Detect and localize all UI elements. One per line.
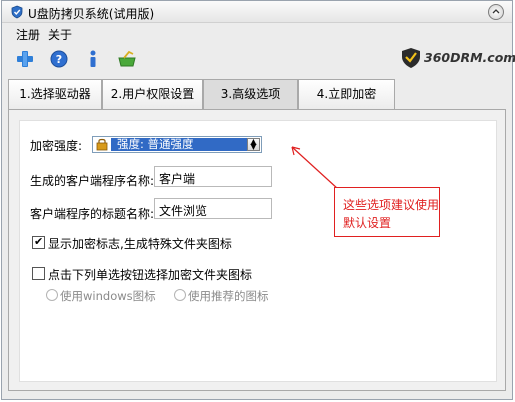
radio-recommended-label: 使用推荐的图标 — [188, 289, 269, 303]
tab-encrypt-now[interactable]: 4.立即加密 — [298, 79, 395, 109]
radio-recommended-icon[interactable] — [174, 289, 186, 301]
callout-arrow — [291, 146, 339, 190]
window-title: U盘防拷贝系统(试用版) — [28, 7, 155, 21]
tab-strip: 1.选择驱动器 2.用户权限设置 3.高级选项 4.立即加密 — [8, 79, 398, 109]
app-window: U盘防拷贝系统(试用版) 注册 关于 ? 360DRM.com 1.选择驱动器 … — [1, 0, 515, 400]
dropdown-arrows-icon[interactable]: ▲ ▼ — [247, 138, 260, 151]
callout-text-line1: 这些选项建议使用 — [343, 198, 440, 212]
buy-icon[interactable] — [116, 48, 138, 70]
strength-selected-value: 强度: 普通强度 — [111, 138, 247, 151]
lock-icon — [96, 138, 108, 151]
svg-text:?: ? — [56, 53, 62, 66]
client-title-input[interactable]: 文件浏览 — [154, 198, 272, 219]
client-name-label: 生成的客户端程序名称: — [30, 174, 155, 188]
tab-select-drive[interactable]: 1.选择驱动器 — [8, 79, 102, 109]
pick-icon-checkbox[interactable] — [32, 267, 45, 280]
show-mark-label: 显示加密标志,生成特殊文件夹图标 — [48, 237, 232, 251]
menu-bar: 注册 关于 — [2, 24, 512, 42]
menu-register[interactable]: 注册 — [16, 26, 40, 43]
client-title-label: 客户端程序的标题名称: — [30, 207, 155, 221]
info-icon[interactable] — [82, 48, 104, 70]
options-group: 加密强度: 强度: 普通强度 ▲ ▼ 生成的客户端程序名称: 客户端 客户端程序的… — [19, 120, 497, 382]
chevron-up-icon — [492, 9, 500, 14]
brand-text: 360DRM.com — [424, 50, 515, 65]
client-name-input[interactable]: 客户端 — [154, 166, 272, 187]
tab-advanced-options[interactable]: 3.高级选项 — [203, 79, 298, 109]
advanced-options-panel: 加密强度: 强度: 普通强度 ▲ ▼ 生成的客户端程序名称: 客户端 客户端程序的… — [8, 109, 506, 391]
strength-label: 加密强度: — [30, 139, 83, 153]
help-icon[interactable]: ? — [48, 48, 70, 70]
strength-select[interactable]: 强度: 普通强度 ▲ ▼ — [92, 136, 262, 153]
callout-note: 这些选项建议使用 默认设置 — [334, 187, 440, 237]
tab-user-permissions[interactable]: 2.用户权限设置 — [102, 79, 203, 109]
brand-logo: 360DRM.com — [398, 46, 515, 70]
title-bar: U盘防拷贝系统(试用版) — [2, 1, 512, 23]
menu-about[interactable]: 关于 — [48, 26, 72, 43]
callout-text-line2: 默认设置 — [343, 216, 392, 230]
plus-icon[interactable] — [14, 48, 36, 70]
shield-icon — [11, 5, 23, 19]
radio-windows-icon[interactable] — [46, 289, 58, 301]
brand-shield-icon — [402, 48, 420, 68]
show-mark-checkbox[interactable] — [32, 235, 45, 249]
radio-windows-label: 使用windows图标 — [60, 289, 156, 303]
collapse-button[interactable] — [488, 4, 504, 20]
pick-icon-label: 点击下列单选按钮选择加密文件夹图标 — [48, 268, 253, 282]
